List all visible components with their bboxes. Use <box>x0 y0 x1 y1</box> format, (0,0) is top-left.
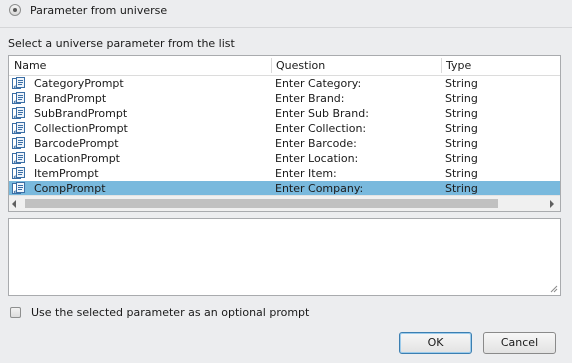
parameter-list[interactable]: Name Question Type CategoryPrompt Enter C… <box>8 55 561 212</box>
section-label: Select a universe parameter from the lis… <box>8 37 235 50</box>
parameter-icon <box>12 122 25 135</box>
radio-label: Parameter from universe <box>30 3 168 17</box>
cell-name: CompPrompt <box>34 182 106 195</box>
optional-prompt-checkbox[interactable] <box>10 306 21 318</box>
cell-name: BrandPrompt <box>34 92 107 105</box>
cancel-button[interactable]: Cancel <box>483 332 556 354</box>
parameter-icon <box>12 92 25 105</box>
cell-name: LocationPrompt <box>34 152 120 165</box>
table-row[interactable]: BrandPrompt Enter Brand: String <box>9 91 560 106</box>
scroll-right-icon[interactable] <box>550 200 554 208</box>
cell-type: String <box>445 167 478 180</box>
parameter-icon <box>12 137 25 150</box>
table-row[interactable]: ItemPrompt Enter Item: String <box>9 166 560 181</box>
cell-name: CategoryPrompt <box>34 77 124 90</box>
list-body: CategoryPrompt Enter Category: String Brand… <box>9 76 560 196</box>
description-box[interactable] <box>8 218 561 296</box>
scroll-left-icon[interactable] <box>12 200 16 208</box>
parameter-icon <box>12 107 25 120</box>
cell-question: Enter Sub Brand: <box>275 107 369 120</box>
cell-type: String <box>445 77 478 90</box>
cell-question: Enter Item: <box>275 167 337 180</box>
cell-type: String <box>445 182 478 195</box>
scrollbar-thumb[interactable] <box>25 199 498 208</box>
optional-prompt-option[interactable]: Use the selected parameter as an optiona… <box>10 305 309 319</box>
list-header: Name Question Type <box>9 56 560 76</box>
cell-question: Enter Barcode: <box>275 137 357 150</box>
radio-button[interactable] <box>9 4 21 16</box>
cell-type: String <box>445 137 478 150</box>
ok-button[interactable]: OK <box>399 332 472 354</box>
table-row[interactable]: CategoryPrompt Enter Category: String <box>9 76 560 91</box>
column-header-question[interactable]: Question <box>271 56 442 75</box>
parameter-icon <box>12 77 25 90</box>
radio-dot <box>13 8 17 12</box>
parameter-from-universe-radio[interactable]: Parameter from universe <box>9 2 167 18</box>
column-header-type[interactable]: Type <box>441 56 560 75</box>
table-row[interactable]: CollectionPrompt Enter Collection: String <box>9 121 560 136</box>
table-row[interactable]: BarcodePrompt Enter Barcode: String <box>9 136 560 151</box>
cell-type: String <box>445 107 478 120</box>
parameter-icon <box>12 152 25 165</box>
resize-grip-icon[interactable] <box>550 285 558 293</box>
cell-question: Enter Location: <box>275 152 359 165</box>
cell-name: CollectionPrompt <box>34 122 128 135</box>
table-row[interactable]: CompPrompt Enter Company: String <box>9 181 560 196</box>
cell-type: String <box>445 92 478 105</box>
horizontal-scrollbar[interactable] <box>9 195 560 211</box>
cell-type: String <box>445 122 478 135</box>
cell-question: Enter Brand: <box>275 92 345 105</box>
cell-name: BarcodePrompt <box>34 137 119 150</box>
table-row[interactable]: SubBrandPrompt Enter Sub Brand: String <box>9 106 560 121</box>
optional-prompt-label: Use the selected parameter as an optiona… <box>31 305 310 319</box>
cell-question: Enter Category: <box>275 77 362 90</box>
separator <box>0 27 572 28</box>
column-header-name[interactable]: Name <box>9 56 272 75</box>
cell-type: String <box>445 152 478 165</box>
table-row[interactable]: LocationPrompt Enter Location: String <box>9 151 560 166</box>
cell-name: ItemPrompt <box>34 167 99 180</box>
parameter-icon <box>12 167 25 180</box>
cell-question: Enter Collection: <box>275 122 367 135</box>
parameter-icon <box>12 182 25 195</box>
cell-question: Enter Company: <box>275 182 364 195</box>
cell-name: SubBrandPrompt <box>34 107 128 120</box>
